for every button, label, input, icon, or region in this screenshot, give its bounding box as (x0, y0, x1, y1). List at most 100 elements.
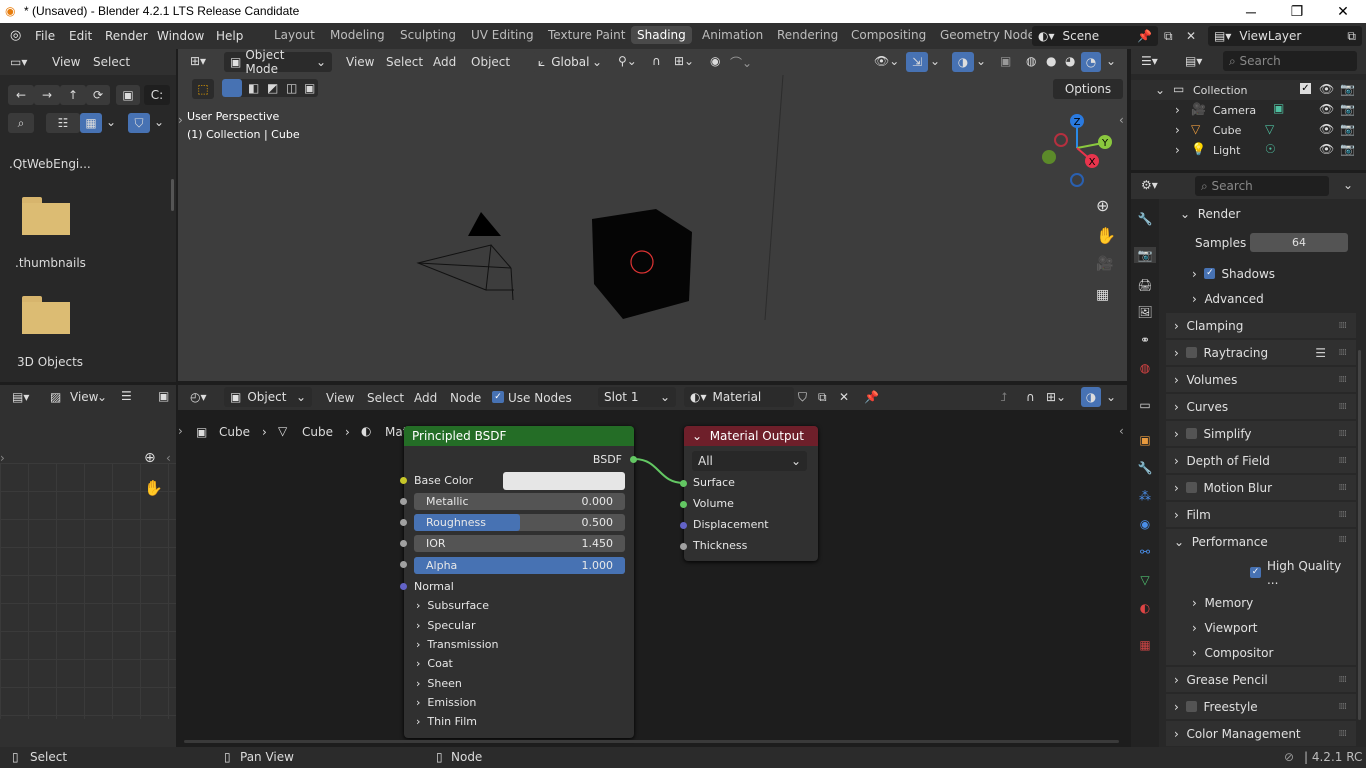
shadows-checkbox[interactable]: ✓ (1204, 268, 1216, 279)
chevron-down-icon[interactable]: ⌄ (976, 54, 986, 68)
pivot-icon[interactable]: ⚲⌄ (618, 54, 637, 68)
wireframe-shading-icon[interactable]: ◍ (1026, 54, 1036, 68)
object-mode-dropdown[interactable]: ▣ Object Mode ⌄ (224, 48, 332, 76)
drag-grip-icon[interactable]: ⁞⁞⁞⁞ (1339, 429, 1348, 439)
camera-object[interactable] (408, 200, 528, 300)
select-tool-icon[interactable]: ⬚ (192, 79, 214, 99)
menu-lines-icon[interactable]: ☰ (121, 389, 132, 403)
object-type-dropdown[interactable]: ▣ Object ⌄ (224, 387, 312, 407)
file-item-3d-objects[interactable]: 3D Objects (17, 355, 83, 369)
outliner-row-light[interactable]: › 💡 Light ☉ 👁 📷 (1131, 140, 1366, 160)
new-scene-icon[interactable]: ⧉ (1164, 29, 1173, 44)
ie-view-menu[interactable]: View (70, 390, 98, 404)
eye-icon[interactable]: 👁 (1319, 122, 1334, 136)
material-output-node[interactable]: ⌄ Material Output All ⌄ Surface Volume Di… (680, 426, 818, 561)
drag-grip-icon[interactable]: ⁞⁞⁞⁞ (1339, 702, 1348, 712)
path-field[interactable]: C: (144, 85, 170, 105)
ne-view-menu[interactable]: View (326, 391, 354, 405)
vp-select-menu[interactable]: Select (386, 55, 423, 69)
image-browse-icon[interactable]: ▣ (158, 389, 169, 403)
texture-tab-icon[interactable]: ▦ (1137, 637, 1153, 653)
snap-target-icon[interactable]: ⊞⌄ (1046, 390, 1066, 404)
drag-grip-icon[interactable]: ⁞⁞⁞⁞ (1339, 321, 1348, 331)
node-editor-canvas[interactable]: › ▣ Cube › ▽ Cube › ◐ Material ‹ Princip… (178, 410, 1127, 744)
roughness-socket[interactable] (400, 519, 407, 526)
drag-grip-icon[interactable]: ⁞⁞⁞⁞ (1339, 456, 1348, 466)
material-slot-dropdown[interactable]: Slot 1 ⌄ (598, 387, 676, 407)
display-mode-thumbnails-icon[interactable]: ▦ (80, 113, 102, 133)
displacement-socket[interactable] (680, 522, 687, 529)
roughness-field[interactable]: Roughness 0.500 (414, 514, 625, 531)
samples-field[interactable]: 64 (1250, 233, 1348, 252)
menu-help[interactable]: Help (216, 29, 243, 43)
maximize-button[interactable]: ❐ (1274, 0, 1320, 23)
editor-type-icon[interactable]: ☰▾ (1141, 54, 1158, 68)
unlink-material-icon[interactable]: ✕ (839, 390, 849, 404)
metallic-field[interactable]: Metallic 0.000 (414, 493, 625, 510)
file-item-qtwebengine[interactable]: .QtWebEngi... (9, 157, 91, 171)
scrollbar[interactable] (184, 740, 1119, 743)
overlay-toggle-icon[interactable]: ◑ (952, 52, 974, 72)
panel-specular[interactable]: › Specular (416, 619, 475, 632)
tab-geometry-nodes[interactable]: Geometry Node (940, 28, 1035, 42)
sidebar-toggle-icon[interactable]: › (0, 451, 5, 465)
select-intersect-icon[interactable]: ▣ (304, 81, 315, 95)
xray-icon[interactable]: ▣ (1000, 54, 1011, 68)
collection-tab-icon[interactable]: ▭ (1137, 397, 1153, 413)
tab-compositing[interactable]: Compositing (851, 28, 926, 42)
material-shading-icon[interactable]: ◕ (1065, 54, 1075, 68)
subpanel-memory[interactable]: › Memory (1166, 590, 1356, 615)
chevron-down-icon[interactable]: ⌄ (1106, 54, 1116, 68)
filter-dropdown-icon[interactable]: ⌄ (154, 115, 164, 129)
menu-file[interactable]: File (35, 29, 55, 43)
ne-select-menu[interactable]: Select (367, 391, 404, 405)
drag-grip-icon[interactable]: ⁞⁞⁞⁞ (1339, 675, 1348, 685)
solid-shading-icon[interactable]: ● (1046, 54, 1056, 68)
fake-user-icon[interactable]: ⛉ (798, 390, 807, 405)
vp-view-menu[interactable]: View (346, 55, 374, 69)
world-tab-icon[interactable]: ◍ (1137, 360, 1153, 376)
panel-emission[interactable]: › Emission (416, 696, 476, 709)
high-quality-checkbox[interactable]: ✓ (1250, 567, 1261, 578)
panel-motion-blur[interactable]: › Motion Blur ⁞⁞⁞⁞ (1166, 475, 1356, 500)
freestyle-checkbox[interactable] (1186, 701, 1198, 712)
eye-icon[interactable]: 👁 (1319, 82, 1334, 96)
options-dropdown[interactable]: Options (1053, 79, 1123, 99)
vp-add-menu[interactable]: Add (433, 55, 456, 69)
image-mode-icon[interactable]: ▨ (50, 390, 61, 404)
ne-add-menu[interactable]: Add (414, 391, 437, 405)
blender-menu-icon[interactable]: ◎ (10, 28, 21, 43)
zoom-icon[interactable]: ⊕ (144, 450, 156, 466)
panel-thin-film[interactable]: › Thin Film (416, 715, 477, 728)
tab-rendering[interactable]: Rendering (777, 28, 838, 42)
rendered-shading-icon[interactable]: ◔ (1081, 52, 1101, 72)
properties-search[interactable]: ⌕ Search (1195, 176, 1329, 196)
minimize-button[interactable]: ─ (1228, 0, 1274, 23)
data-tab-icon[interactable]: ▽ (1137, 572, 1153, 588)
material-selector[interactable]: ◐▾ Material (684, 387, 794, 407)
output-tab-icon[interactable]: 🖨 (1137, 277, 1153, 293)
high-quality-row[interactable]: ✓ High Quality ... (1166, 559, 1356, 587)
transform-orientation-dropdown[interactable]: ⟀ Global ⌄ (532, 52, 608, 72)
motion-blur-checkbox[interactable] (1186, 482, 1198, 493)
eye-icon[interactable]: 👁 (1319, 142, 1334, 156)
alpha-field[interactable]: Alpha 1.000 (414, 557, 625, 574)
scene-tab-icon[interactable]: ⚭ (1137, 332, 1153, 348)
tab-sculpting[interactable]: Sculpting (400, 28, 456, 42)
folder-icon[interactable] (22, 197, 70, 235)
volume-socket[interactable] (680, 501, 687, 508)
ne-node-menu[interactable]: Node (450, 391, 481, 405)
options-chevron-icon[interactable]: ⌄ (1343, 178, 1353, 192)
outliner-row-cube[interactable]: › ▽ Cube ▽ 👁 📷 (1131, 120, 1366, 140)
snap-icon[interactable]: ∩ (1026, 390, 1035, 404)
panel-freestyle[interactable]: › Freestyle ⁞⁞⁞⁞ (1166, 694, 1356, 719)
raytracing-checkbox[interactable] (1186, 347, 1198, 358)
panel-curves[interactable]: › Curves ⁞⁞⁞⁞ (1166, 394, 1356, 419)
principled-bsdf-node[interactable]: Principled BSDF BSDF Base Color Metallic… (400, 426, 637, 738)
snap-icon[interactable]: ∩ (652, 54, 661, 68)
expand-arrow-icon[interactable]: › (1175, 123, 1180, 137)
editor-type-icon[interactable]: ▤▾ (12, 390, 29, 404)
new-material-icon[interactable]: ⧉ (818, 390, 827, 405)
ior-field[interactable]: IOR 1.450 (414, 535, 625, 552)
sidebar-toggle-icon[interactable]: ‹ (1119, 113, 1124, 127)
